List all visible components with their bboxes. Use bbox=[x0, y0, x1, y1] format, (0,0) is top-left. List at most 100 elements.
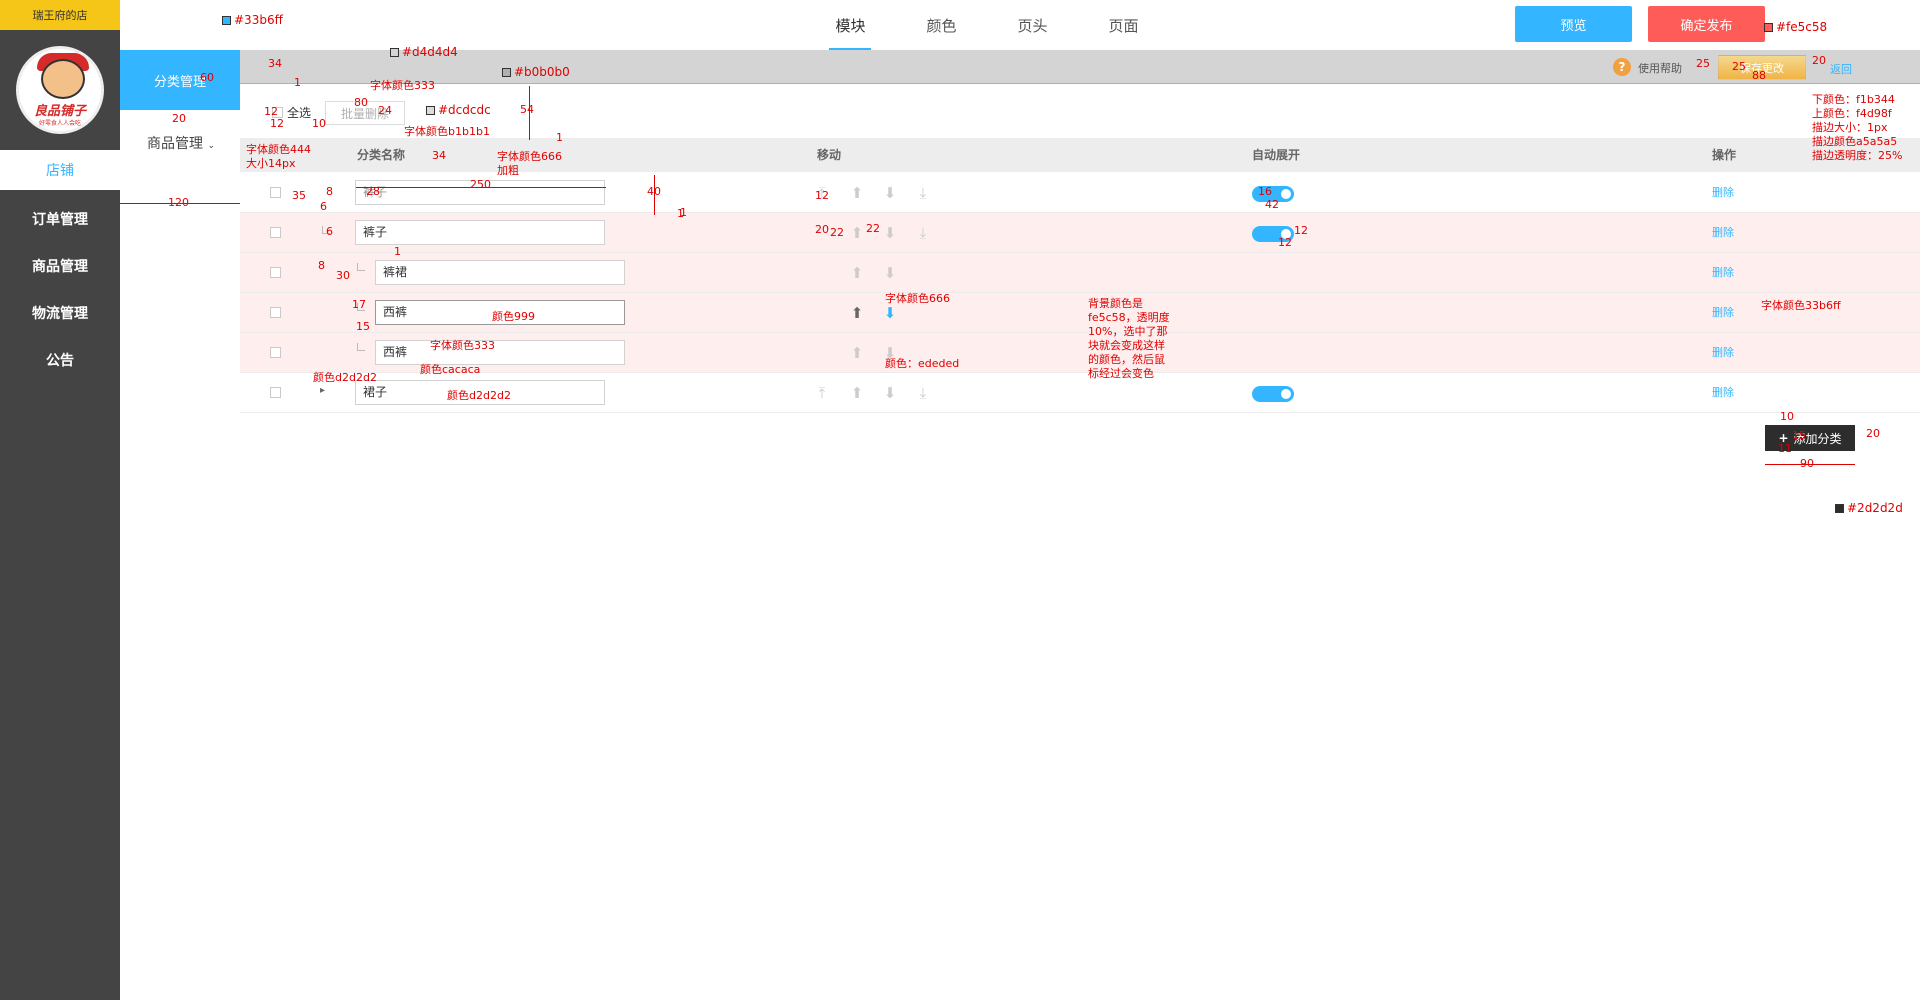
row-checkbox[interactable] bbox=[270, 307, 281, 318]
help-link[interactable]: 使用帮助 bbox=[1638, 60, 1682, 76]
annotation-bg-3: 块就会变成这样 bbox=[1088, 339, 1165, 352]
product-management-dropdown[interactable]: 商品管理 ⌄ bbox=[147, 133, 215, 153]
category-management-tab[interactable]: 分类管理 bbox=[120, 50, 240, 110]
delete-link[interactable]: 删除 bbox=[1712, 253, 1734, 293]
dim-label: 250 bbox=[470, 178, 491, 191]
annotation-font666b: 字体颜色666 bbox=[885, 292, 950, 305]
move-up-icon[interactable]: ⬆ bbox=[850, 305, 864, 321]
category-name-input[interactable]: 裤子 bbox=[355, 220, 605, 245]
row-checkbox[interactable] bbox=[270, 267, 281, 278]
move-up-icon[interactable]: ⬆ bbox=[850, 345, 864, 361]
move-bottom-icon[interactable]: ⤓ bbox=[916, 385, 930, 401]
tab-module[interactable]: 模块 bbox=[805, 0, 896, 50]
dim-label: 22 bbox=[830, 226, 844, 239]
move-down-icon[interactable]: ⬇ bbox=[883, 305, 897, 321]
annotation-font33b: 字体颜色33b6ff bbox=[1761, 299, 1841, 312]
app-root: 瑞王府的店 良品铺子 好零食人人会吃 店铺 订单管理 商品管理 物流管理 公告 … bbox=[0, 0, 1920, 1000]
move-down-icon[interactable]: ⬇ bbox=[883, 225, 897, 241]
dim-label: 6 bbox=[326, 225, 333, 238]
table-row[interactable]: 裤裙 ⬆ ⬇ 删除 bbox=[240, 253, 1920, 293]
tree-branch-icon bbox=[357, 343, 365, 351]
annotation-btn-border-hex: #dcdcdc bbox=[438, 103, 491, 117]
annotation-save-desc-1: 上颜色：f4d98f bbox=[1812, 107, 1892, 120]
tab-page[interactable]: 页面 bbox=[1078, 0, 1169, 50]
dim-label: 34 bbox=[432, 149, 446, 162]
logo-wrap: 良品铺子 好零食人人会吃 bbox=[0, 30, 120, 150]
annotation-dark: #2d2d2d bbox=[1835, 501, 1903, 516]
annotation-color999: 颜色999 bbox=[492, 310, 535, 323]
help-icon[interactable]: ? bbox=[1613, 58, 1631, 76]
annotation-save-desc-0: 下颜色：f1b344 bbox=[1812, 93, 1895, 106]
row-checkbox[interactable] bbox=[270, 347, 281, 358]
annotation-font444: 字体颜色444 bbox=[246, 143, 311, 156]
move-top-icon[interactable]: ⤒ bbox=[815, 385, 829, 401]
back-link[interactable]: 返回 bbox=[1830, 61, 1852, 77]
table-header: 分类名称 移动 自动展开 操作 bbox=[240, 138, 1920, 172]
product-management-label: 商品管理 bbox=[147, 136, 203, 152]
move-down-icon[interactable]: ⬇ bbox=[883, 185, 897, 201]
move-down-icon[interactable]: ⬇ bbox=[883, 265, 897, 281]
annotation-btn-border: #dcdcdc bbox=[426, 103, 491, 118]
dim-label: 16 bbox=[1258, 185, 1272, 198]
delete-link[interactable]: 删除 bbox=[1712, 373, 1734, 413]
move-up-icon[interactable]: ⬆ bbox=[850, 225, 864, 241]
annotation-border-hex: #b0b0b0 bbox=[514, 65, 570, 79]
tab-color[interactable]: 颜色 bbox=[896, 0, 987, 50]
move-bottom-icon[interactable]: ⤓ bbox=[916, 185, 930, 201]
move-up-icon[interactable]: ⬆ bbox=[850, 265, 864, 281]
dim-label: 34 bbox=[268, 57, 282, 70]
dim-label: 80 bbox=[354, 96, 368, 109]
table-row[interactable]: 裤子 ⤒ ⬆ ⬇ ⤓ 删除 bbox=[240, 173, 1920, 213]
dim-label: 12 bbox=[815, 189, 829, 202]
shop-logo: 良品铺子 好零食人人会吃 bbox=[16, 46, 104, 134]
dim-label: 1 bbox=[680, 206, 687, 219]
sidebar-item-orders[interactable]: 订单管理 bbox=[0, 195, 120, 242]
annotation-colorcaca: 颜色cacaca bbox=[420, 363, 481, 376]
expand-icon[interactable]: ▸ bbox=[320, 385, 325, 396]
dim-label: 88 bbox=[1752, 69, 1766, 82]
dim-label: 15 bbox=[356, 320, 370, 333]
auto-expand-toggle[interactable] bbox=[1252, 386, 1294, 402]
delete-link[interactable]: 删除 bbox=[1712, 293, 1734, 333]
category-name-input[interactable]: 西裤 bbox=[375, 340, 625, 365]
move-up-icon[interactable]: ⬆ bbox=[850, 385, 864, 401]
dim-label: 8 bbox=[318, 259, 325, 272]
delete-link[interactable]: 删除 bbox=[1712, 213, 1734, 253]
move-up-icon[interactable]: ⬆ bbox=[850, 185, 864, 201]
annotation-border: #b0b0b0 bbox=[502, 65, 570, 80]
tab-header[interactable]: 页头 bbox=[987, 0, 1078, 50]
dim-label: 15 bbox=[1792, 429, 1806, 442]
dim-line bbox=[529, 86, 530, 140]
dim-label: 1 bbox=[556, 131, 563, 144]
dim-label: 25 bbox=[1696, 57, 1710, 70]
sidebar-item-logistics[interactable]: 物流管理 bbox=[0, 289, 120, 336]
publish-button[interactable]: 确定发布 bbox=[1648, 6, 1765, 42]
table-row[interactable]: 裤子 ⬆ ⬇ ⤓ 删除 bbox=[240, 213, 1920, 253]
annotation-gray-hex: #d4d4d4 bbox=[402, 45, 458, 59]
sidebar: 瑞王府的店 良品铺子 好零食人人会吃 店铺 订单管理 商品管理 物流管理 公告 bbox=[0, 0, 120, 1000]
sidebar-item-products[interactable]: 商品管理 bbox=[0, 242, 120, 289]
annotation-fontb1: 字体颜色b1b1b1 bbox=[404, 125, 490, 138]
col-name: 分类名称 bbox=[357, 148, 406, 162]
move-down-icon[interactable]: ⬇ bbox=[883, 385, 897, 401]
dim-label: 12 bbox=[1294, 224, 1308, 237]
dim-label: 20 bbox=[815, 223, 829, 236]
delete-link[interactable]: 删除 bbox=[1712, 333, 1734, 373]
annotation-bg-1: fe5c58，透明度 bbox=[1088, 311, 1170, 324]
row-checkbox[interactable] bbox=[270, 227, 281, 238]
sidebar-item-shop[interactable]: 店铺 bbox=[0, 150, 120, 190]
annotation-red: #fe5c58 bbox=[1764, 20, 1827, 35]
dim-label: 1 bbox=[394, 245, 401, 258]
sidebar-item-announcements[interactable]: 公告 bbox=[0, 336, 120, 383]
move-bottom-icon[interactable]: ⤓ bbox=[916, 225, 930, 241]
delete-link[interactable]: 删除 bbox=[1712, 173, 1734, 213]
row-checkbox[interactable] bbox=[270, 387, 281, 398]
row-checkbox[interactable] bbox=[270, 187, 281, 198]
dim-label: 42 bbox=[1265, 198, 1279, 211]
preview-button[interactable]: 预览 bbox=[1515, 6, 1632, 42]
shop-name: 瑞王府的店 bbox=[0, 0, 120, 30]
category-name-input[interactable]: 裤裙 bbox=[375, 260, 625, 285]
col-move: 移动 bbox=[817, 148, 842, 162]
annotation-size14: 大小14px bbox=[246, 157, 296, 170]
top-tabs: 模块 颜色 页头 页面 bbox=[805, 0, 1169, 50]
